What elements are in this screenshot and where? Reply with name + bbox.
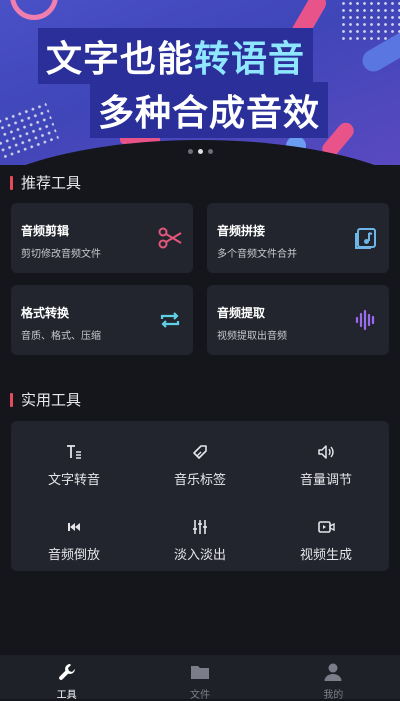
carousel-dot: [207, 149, 213, 154]
card-audio-merge[interactable]: 音频拼接 多个音频文件合并: [207, 203, 389, 273]
tool-label: 音量调节: [299, 473, 352, 488]
section-accent-bar: [10, 175, 13, 190]
section-title-text: 实用工具: [21, 391, 82, 409]
tool-volume-adjust[interactable]: 音量调节: [263, 431, 389, 491]
card-title: 音频拼接: [217, 224, 266, 238]
volume-icon: [318, 445, 334, 459]
decor-ring: [10, 0, 58, 20]
tool-fade-in-out[interactable]: 淡入淡出: [137, 506, 263, 566]
video-icon: [318, 521, 335, 533]
card-audio-extract[interactable]: 音频提取 视频提取出音频: [207, 285, 389, 355]
section-title-text: 推荐工具: [21, 174, 82, 192]
tab-tools[interactable]: 工具: [0, 655, 133, 701]
carousel-indicator: [0, 149, 400, 154]
card-format-convert[interactable]: 格式转换 音质、格式、压缩: [11, 285, 193, 355]
banner-headline-2: 多种合成音效: [90, 82, 329, 138]
tab-mine[interactable]: 我的: [267, 655, 400, 701]
card-subtitle: 多个音频文件合并: [217, 249, 297, 260]
tool-label: 文字转音: [47, 473, 100, 488]
card-subtitle: 剪切修改音频文件: [21, 249, 101, 260]
tab-files[interactable]: 文件: [133, 655, 266, 701]
tool-video-generate[interactable]: 视频生成: [263, 506, 389, 566]
carousel-dot: [187, 149, 193, 154]
bottom-tab-bar: 工具 文件 我的: [0, 655, 400, 701]
text-icon: [67, 445, 81, 459]
waveform-icon: [355, 309, 375, 331]
wrench-icon: [58, 664, 75, 680]
banner-carousel[interactable]: 文字也能转语音 多种合成音效: [0, 0, 400, 165]
sliders-icon: [193, 520, 207, 534]
tool-audio-reverse[interactable]: 音频倒放: [11, 506, 137, 566]
tool-label: 音频倒放: [47, 548, 100, 563]
user-icon: [324, 663, 342, 681]
tool-music-tag[interactable]: 音乐标签: [137, 431, 263, 491]
tag-icon: [193, 445, 207, 459]
section-title-utilities: 实用工具: [10, 389, 81, 410]
carousel-dot-active: [197, 149, 203, 154]
convert-icon: [160, 312, 180, 328]
section-title-recommended: 推荐工具: [10, 172, 81, 193]
rewind-icon: [68, 523, 80, 531]
utility-tools-panel: 文字转音 音乐标签 音量调节 音频倒放 淡入淡出 视频生成: [11, 421, 389, 571]
card-title: 音频提取: [217, 306, 266, 320]
card-audio-cut[interactable]: 音频剪辑 剪切修改音频文件: [11, 203, 193, 273]
card-title: 音频剪辑: [21, 224, 70, 238]
banner-headline-1: 文字也能转语音: [38, 28, 314, 84]
card-subtitle: 视频提取出音频: [217, 331, 287, 342]
card-subtitle: 音质、格式、压缩: [21, 331, 101, 342]
tool-label: 音乐标签: [173, 473, 226, 488]
tool-text-to-speech[interactable]: 文字转音: [11, 431, 137, 491]
card-title: 格式转换: [21, 306, 70, 320]
tool-label: 视频生成: [299, 548, 352, 563]
music-file-icon: [355, 228, 376, 249]
section-accent-bar: [10, 392, 13, 407]
tool-label: 淡入淡出: [173, 548, 226, 563]
decor-dots: [340, 0, 400, 40]
folder-icon: [190, 666, 209, 679]
scissors-icon: [158, 227, 182, 249]
